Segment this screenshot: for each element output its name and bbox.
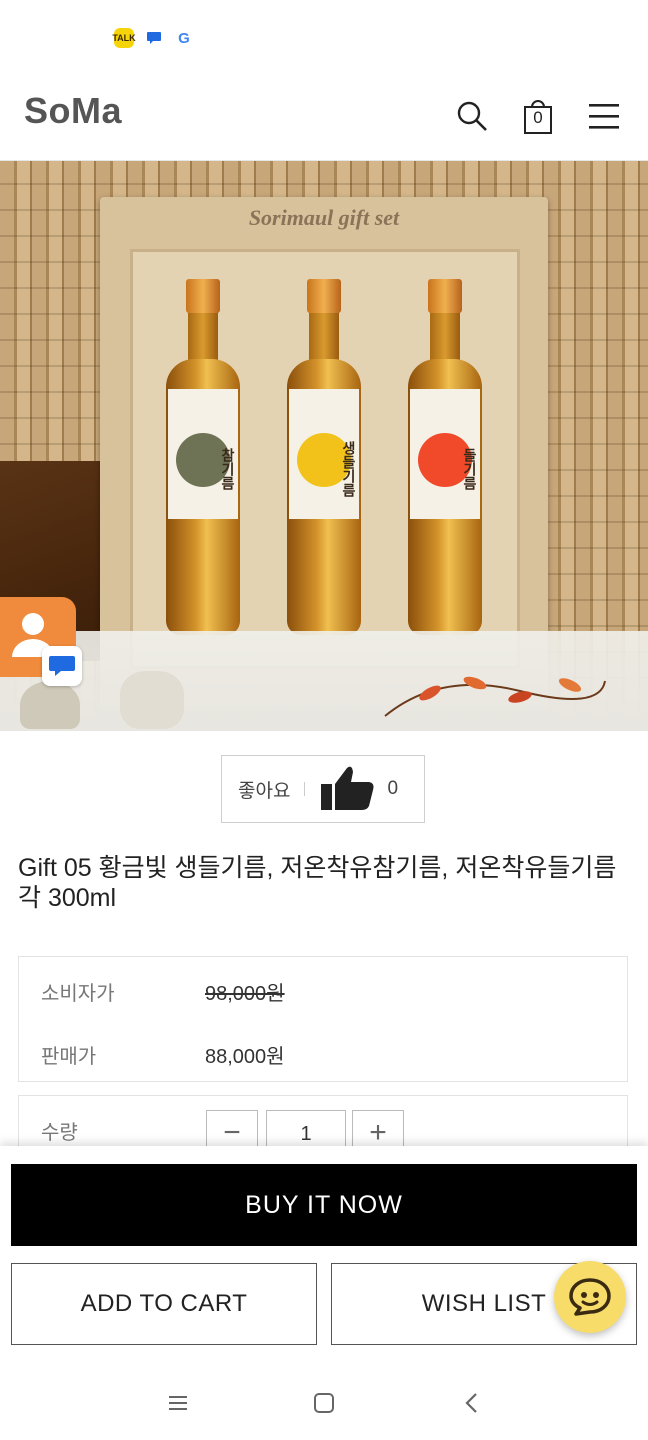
kakaotalk-icon: TALK [112, 28, 136, 48]
cart-icon[interactable]: 0 [518, 96, 558, 136]
add-to-cart-button[interactable]: ADD TO CART [11, 1263, 317, 1345]
bottle-label-text: 참기름 [220, 448, 236, 490]
quantity-label: 수량 [41, 1122, 78, 1144]
price-table: 소비자가 98,000원 판매가 88,000원 [18, 956, 628, 1082]
home-icon[interactable] [304, 1386, 344, 1420]
like-label: 좋아요 [238, 780, 291, 802]
chat-button[interactable] [554, 1261, 626, 1333]
site-header: SoMa 0 [0, 70, 648, 161]
ceramic-cup [20, 681, 80, 729]
menu-icon[interactable] [584, 96, 624, 136]
divider [304, 782, 306, 796]
bottle-label-text: 생들기름 [341, 441, 357, 497]
thumbs-up-icon [321, 766, 374, 810]
bottle-perilla: 들기름 [406, 279, 484, 635]
ceramic-jar [120, 671, 184, 729]
sale-price-value: 88,000원 [205, 1046, 285, 1068]
bottle-raw-perilla: 생들기름 [285, 279, 363, 635]
consumer-price-label: 소비자가 [41, 983, 115, 1005]
autumn-leaves [384, 676, 606, 717]
chat-bubble-icon [569, 1278, 611, 1316]
google-icon: G [178, 29, 190, 47]
bottle-sesame: 참기름 [164, 279, 242, 635]
search-icon[interactable] [452, 96, 492, 136]
like-button[interactable]: 좋아요 0 [221, 755, 425, 823]
purchase-actions: BUY IT NOW ADD TO CART WISH LIST [0, 1146, 648, 1366]
gift-box-title: Sorimaul gift set [248, 205, 400, 230]
buy-now-button[interactable]: BUY IT NOW [11, 1164, 637, 1246]
bottle-label-text: 들기름 [462, 448, 478, 490]
messages-icon[interactable] [42, 646, 82, 686]
product-title: Gift 05 황금빛 생들기름, 저온착유참기름, 저온착유들기름 각 300… [18, 854, 617, 912]
back-icon[interactable] [452, 1386, 492, 1420]
like-count: 0 [387, 778, 399, 799]
status-icons: TALK G [112, 28, 194, 48]
cart-count: 0 [533, 108, 543, 127]
product-image[interactable]: Sorimaul gift set 참기름 생들기름 들기름 [0, 161, 648, 731]
site-logo[interactable]: SoMa [24, 90, 122, 132]
messages-icon [144, 28, 164, 48]
consumer-price-value: 98,000원 [205, 983, 285, 1005]
sale-price-label: 판매가 [41, 1046, 97, 1068]
recent-apps-icon[interactable] [158, 1386, 198, 1420]
system-navigation-bar [0, 1366, 648, 1440]
